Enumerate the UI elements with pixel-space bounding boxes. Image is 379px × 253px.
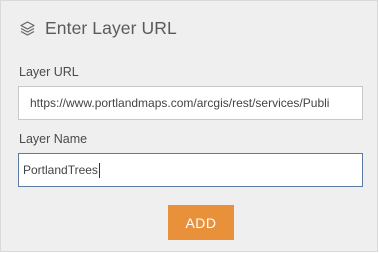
layer-name-text-wrapper: PortlandTrees xyxy=(19,154,362,186)
enter-layer-url-panel: Enter Layer URL Layer URL https://www.po… xyxy=(0,0,378,252)
layers-icon xyxy=(19,20,36,37)
layer-name-value: PortlandTrees xyxy=(23,163,98,177)
layer-name-label: Layer Name xyxy=(19,132,88,146)
layer-name-input[interactable]: PortlandTrees xyxy=(18,153,363,187)
layer-url-label: Layer URL xyxy=(19,65,79,79)
add-button[interactable]: ADD xyxy=(168,205,234,240)
text-caret xyxy=(98,162,100,178)
layer-url-input[interactable]: https://www.portlandmaps.com/arcgis/rest… xyxy=(18,86,363,120)
panel-title: Enter Layer URL xyxy=(45,18,177,38)
layer-url-value: https://www.portlandmaps.com/arcgis/rest… xyxy=(30,96,330,110)
panel-header: Enter Layer URL xyxy=(19,18,177,39)
